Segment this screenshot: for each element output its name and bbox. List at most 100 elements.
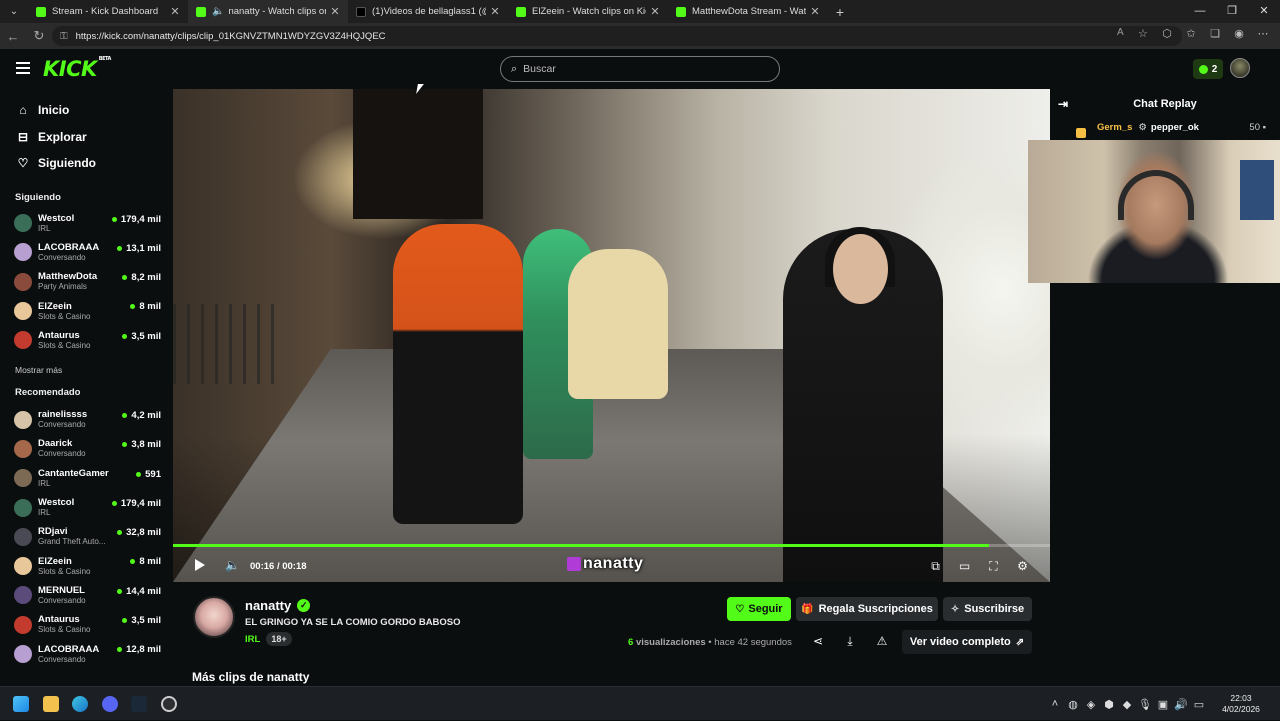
live-dot-icon (130, 304, 136, 310)
settings-icon[interactable]: ⚙ (1015, 559, 1030, 574)
channel-category: Slots & Casino (38, 625, 91, 635)
browser-tab-active[interactable]: 🔈 nanatty - Watch clips on Kick ✕ (188, 0, 348, 23)
browser-tab[interactable]: ElZeein - Watch clips on Kick ✕ (508, 0, 668, 23)
sidebar-channel-item[interactable]: rainelissss Conversando 4,2 mil (0, 405, 173, 434)
favorites-icon[interactable]: ✩ (1184, 27, 1198, 40)
extensions-icon[interactable]: ⬡ (1160, 27, 1174, 40)
picture-in-picture-icon[interactable]: ⧉ (928, 559, 943, 574)
file-explorer-icon[interactable] (43, 696, 59, 712)
tab-actions-menu[interactable]: ⌄ (0, 0, 28, 23)
theater-mode-icon[interactable]: ▭ (957, 559, 972, 574)
collections-icon[interactable]: ❏ (1208, 27, 1222, 40)
show-hidden-icons-icon[interactable]: ˄ (1046, 698, 1064, 710)
chat-sender[interactable]: Germ_s (1097, 122, 1132, 133)
volume-icon[interactable]: 🔈 (225, 558, 240, 572)
kick-logo[interactable]: KICK BETA (43, 56, 111, 81)
tray-app-icon[interactable]: ◈ (1082, 698, 1100, 711)
steam-icon[interactable] (131, 696, 147, 712)
sidebar-channel-item[interactable]: LACOBRAAA Conversando 13,1 mil (0, 238, 173, 267)
browser-tab[interactable]: Stream - Kick Dashboard ✕ (28, 0, 188, 23)
sidebar-channel-item[interactable]: MatthewDota Party Animals 8,2 mil (0, 267, 173, 296)
live-dot-icon (117, 647, 123, 653)
profile-icon[interactable]: ◉ (1232, 27, 1246, 40)
gift-subs-button[interactable]: 🎁 Regala Suscripciones (796, 597, 938, 621)
sidebar-channel-item[interactable]: Westcol IRL 179,4 mil (0, 209, 173, 238)
windows-start-icon[interactable] (13, 696, 29, 712)
sidebar-item-explorar[interactable]: ⊟ Explorar (0, 124, 173, 151)
close-window-icon[interactable]: ✕ (1248, 0, 1280, 23)
sidebar-channel-item[interactable]: ElZeein Slots & Casino 8 mil (0, 296, 173, 325)
new-tab-button[interactable]: + (828, 4, 852, 20)
search-bar[interactable]: ⌕ (500, 56, 780, 82)
minimize-icon[interactable]: — (1184, 0, 1216, 23)
sidebar-channel-item[interactable]: Westcol IRL 179,4 mil (0, 493, 173, 522)
video-player[interactable] (173, 89, 1050, 582)
read-aloud-icon[interactable]: A (1117, 27, 1124, 38)
url-field[interactable]: ⚿ https://kick.com/nanatty/clips/clip_01… (52, 26, 1182, 46)
follow-button[interactable]: ♡ Seguir (727, 597, 791, 621)
sidebar-channel-item[interactable]: MERNUEL Conversando 14,4 mil (0, 581, 173, 610)
search-icon: ⌕ (511, 62, 518, 75)
obs-icon[interactable] (161, 696, 177, 712)
show-more-link[interactable]: Mostrar más (0, 365, 173, 375)
channel-avatar[interactable] (193, 596, 235, 638)
browser-tab[interactable]: (1)Videos de bellaglass1 (@bellag ✕ (348, 0, 508, 23)
battery-icon[interactable]: ▭ (1190, 698, 1208, 711)
close-tab-icon[interactable]: ✕ (330, 5, 340, 18)
back-icon[interactable]: ← (0, 29, 26, 44)
sidebar-channel-item[interactable]: LACOBRAAA Conversando 12,8 mil (0, 639, 173, 668)
collapse-chat-icon[interactable]: ⇥ (1058, 97, 1068, 111)
chat-recipient[interactable]: pepper_ok (1151, 122, 1199, 133)
sidebar-channel-item[interactable]: Antaurus Slots & Casino 3,5 mil (0, 326, 173, 355)
discord-icon[interactable] (102, 696, 118, 712)
channel-avatar (14, 586, 32, 605)
report-icon[interactable]: ⚠ (873, 634, 891, 648)
tray-app-icon[interactable]: ◍ (1064, 698, 1082, 711)
favorite-star-icon[interactable]: ☆ (1138, 27, 1148, 40)
kick-favicon-icon (36, 6, 46, 17)
subscribe-button[interactable]: ✧ Suscribirse (943, 597, 1032, 621)
channel-name: rainelissss (38, 409, 88, 421)
sidebar-channel-item[interactable]: ElZeein Slots & Casino 8 mil (0, 551, 173, 580)
sidebar-item-inicio[interactable]: ⌂ Inicio (0, 97, 173, 124)
search-input[interactable] (523, 63, 744, 75)
channel-category: Slots & Casino (38, 311, 91, 321)
close-tab-icon[interactable]: ✕ (650, 5, 660, 18)
hamburger-menu-icon[interactable] (16, 62, 30, 74)
share-icon[interactable]: ⋖ (809, 634, 827, 648)
steam-tray-icon[interactable]: ◆ (1118, 698, 1136, 711)
watch-full-video-button[interactable]: Ver video completo ⇗ (902, 630, 1032, 654)
fullscreen-icon[interactable]: ⛶ (986, 559, 1001, 574)
channel-name[interactable]: nanatty ✓ (245, 598, 311, 613)
kicks-balance-button[interactable]: 2 (1193, 59, 1223, 79)
browser-tab[interactable]: MatthewDota Stream - Watch Liv ✕ (668, 0, 828, 23)
sidebar-item-siguiendo[interactable]: ♡ Siguiendo (0, 150, 173, 177)
user-avatar[interactable] (1230, 58, 1250, 78)
download-icon[interactable]: ⤓ (841, 634, 859, 649)
volume-tray-icon[interactable]: 🔊 (1172, 698, 1190, 711)
url-text: https://kick.com/nanatty/clips/clip_01KG… (75, 30, 386, 42)
sidebar-channel-item[interactable]: Antaurus Slots & Casino 3,5 mil (0, 610, 173, 639)
site-info-icon[interactable]: ⚿ (60, 31, 68, 42)
edge-browser-icon[interactable] (72, 696, 88, 712)
network-icon[interactable]: ▣ (1154, 698, 1172, 711)
sidebar-channel-item[interactable]: CantanteGamer IRL 591 (0, 464, 173, 493)
tray-app-icon[interactable]: ⬢ (1100, 698, 1118, 711)
reload-icon[interactable]: ↻ (26, 28, 52, 44)
category-link[interactable]: IRL (245, 634, 260, 645)
restore-icon[interactable]: ❐ (1216, 0, 1248, 23)
home-icon: ⌂ (19, 103, 27, 118)
more-menu-icon[interactable]: ⋯ (1256, 27, 1270, 40)
taskbar-clock[interactable]: 22:03 4/02/2026 (1216, 693, 1266, 715)
microphone-icon[interactable]: 🎙 (1136, 698, 1154, 711)
close-tab-icon[interactable]: ✕ (810, 5, 820, 18)
viewer-count: 12,8 mil (117, 644, 161, 655)
close-tab-icon[interactable]: ✕ (490, 5, 500, 18)
close-tab-icon[interactable]: ✕ (170, 5, 180, 18)
sidebar-channel-item[interactable]: Daarick Conversando 3,8 mil (0, 434, 173, 463)
speaker-icon[interactable]: 🔈 (212, 6, 224, 17)
clip-title: EL GRINGO YA SE LA COMIO GORDO BABOSO (245, 617, 461, 628)
play-icon[interactable] (195, 559, 205, 571)
sidebar-channel-item[interactable]: RDjavi Grand Theft Auto... 32,8 mil (0, 522, 173, 551)
video-progress-bar[interactable] (173, 544, 1050, 547)
